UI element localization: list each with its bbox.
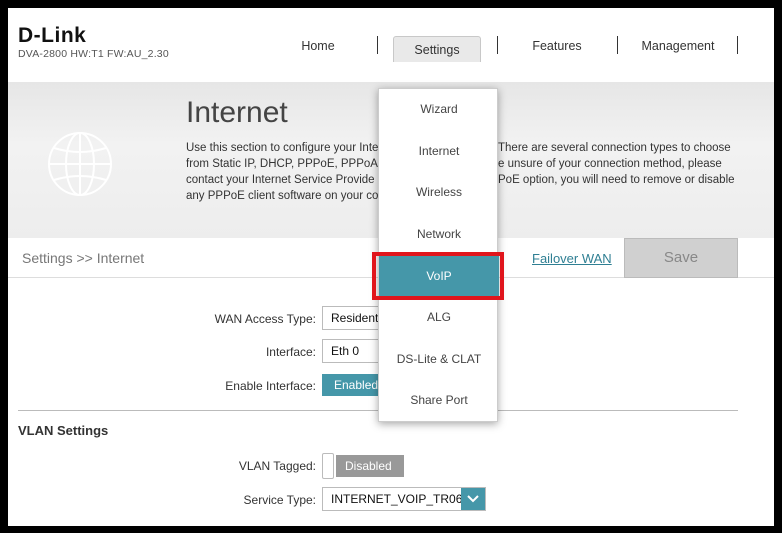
service-type-select[interactable]: INTERNET_VOIP_TR069 — [322, 487, 486, 511]
menu-item-wireless[interactable]: Wireless — [379, 172, 499, 212]
menu-item-share-port[interactable]: Share Port — [379, 380, 499, 420]
router-admin-window: D-Link DVA-2800 HW:T1 FW:AU_2.30 Home Se… — [8, 8, 774, 526]
nav-separator — [377, 36, 378, 54]
vlan-tagged-toggle[interactable]: Disabled — [322, 453, 406, 479]
wan-access-type-select[interactable]: Residenti — [322, 306, 382, 330]
nav-separator — [617, 36, 618, 54]
nav-home[interactable]: Home — [294, 36, 342, 62]
menu-item-alg[interactable]: ALG — [379, 297, 499, 337]
menu-item-wizard[interactable]: Wizard — [379, 89, 499, 129]
nav-separator — [737, 36, 738, 54]
vlan-tagged-state: Disabled — [336, 455, 404, 477]
failover-wan-link[interactable]: Failover WAN — [532, 251, 612, 266]
enable-interface-toggle[interactable]: Enabled — [322, 374, 382, 396]
interface-label: Interface: — [265, 345, 316, 359]
wan-access-type-label: WAN Access Type: — [214, 312, 316, 326]
device-model-info: DVA-2800 HW:T1 FW:AU_2.30 — [18, 48, 169, 60]
menu-item-network[interactable]: Network — [379, 214, 499, 254]
chevron-down-icon[interactable] — [461, 488, 485, 510]
vlan-tagged-label: VLAN Tagged: — [238, 459, 316, 473]
nav-management[interactable]: Management — [636, 36, 720, 62]
nav-separator — [497, 36, 498, 54]
vlan-settings-title: VLAN Settings — [18, 423, 109, 438]
menu-item-ds-lite-clat[interactable]: DS-Lite & CLAT — [379, 339, 499, 379]
service-type-value: INTERNET_VOIP_TR069 — [331, 492, 470, 506]
voip-highlight-box — [372, 252, 504, 300]
enable-interface-label: Enable Interface: — [225, 379, 316, 393]
dlink-logo[interactable]: D-Link — [18, 24, 86, 48]
top-header: D-Link DVA-2800 HW:T1 FW:AU_2.30 Home Se… — [8, 8, 774, 82]
breadcrumb: Settings >> Internet — [22, 250, 145, 266]
toggle-knob — [322, 453, 334, 479]
service-type-label: Service Type: — [243, 493, 316, 507]
interface-select[interactable]: Eth 0 — [322, 339, 382, 363]
menu-item-internet[interactable]: Internet — [379, 131, 499, 171]
page-title: Internet — [186, 96, 288, 129]
save-button[interactable]: Save — [624, 238, 738, 278]
nav-features[interactable]: Features — [522, 36, 592, 62]
globe-icon — [48, 132, 112, 196]
nav-settings[interactable]: Settings — [393, 36, 481, 62]
